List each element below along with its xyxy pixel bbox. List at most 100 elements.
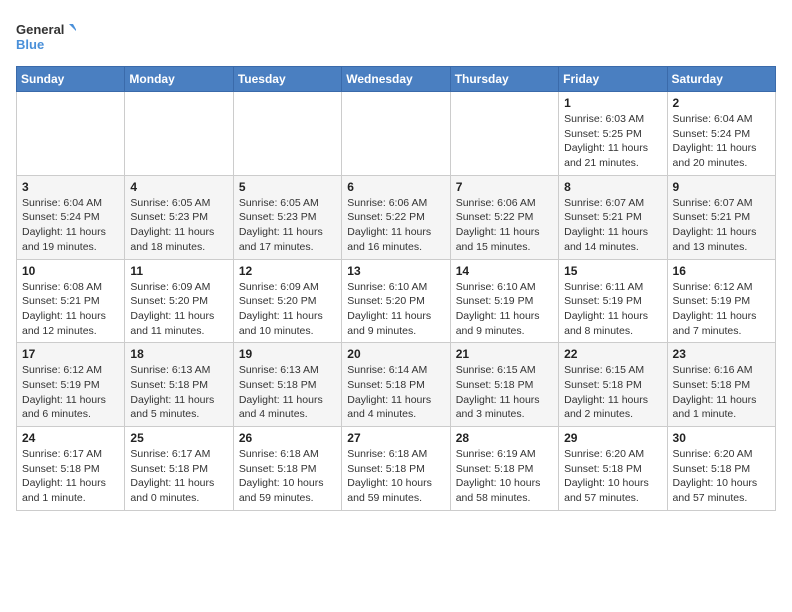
day-info: Sunrise: 6:15 AM Sunset: 5:18 PM Dayligh… (564, 363, 661, 422)
col-header-tuesday: Tuesday (233, 67, 341, 92)
day-number: 14 (456, 264, 553, 278)
col-header-monday: Monday (125, 67, 233, 92)
day-info: Sunrise: 6:17 AM Sunset: 5:18 PM Dayligh… (22, 447, 119, 506)
calendar-cell: 7 Sunrise: 6:06 AM Sunset: 5:22 PM Daylig… (450, 175, 558, 259)
day-info: Sunrise: 6:14 AM Sunset: 5:18 PM Dayligh… (347, 363, 444, 422)
calendar-cell: 17 Sunrise: 6:12 AM Sunset: 5:19 PM Dayli… (17, 343, 125, 427)
day-info: Sunrise: 6:20 AM Sunset: 5:18 PM Dayligh… (673, 447, 770, 506)
calendar-cell: 3 Sunrise: 6:04 AM Sunset: 5:24 PM Daylig… (17, 175, 125, 259)
calendar-cell: 10Sunrise: 6:08 AM Sunset: 5:21 PM Dayli… (17, 259, 125, 343)
day-number: 28 (456, 431, 553, 445)
day-number: 2 (673, 96, 770, 110)
day-info: Sunrise: 6:04 AM Sunset: 5:24 PM Dayligh… (22, 196, 119, 255)
calendar-cell: 16 Sunrise: 6:12 AM Sunset: 5:19 PM Dayli… (667, 259, 775, 343)
day-info: Sunrise: 6:10 AM Sunset: 5:19 PM Dayligh… (456, 280, 553, 339)
calendar-cell: 24 Sunrise: 6:17 AM Sunset: 5:18 PM Dayli… (17, 427, 125, 511)
calendar-cell: 20 Sunrise: 6:14 AM Sunset: 5:18 PM Dayli… (342, 343, 450, 427)
day-number: 16 (673, 264, 770, 278)
calendar-table: SundayMondayTuesdayWednesdayThursdayFrid… (16, 66, 776, 511)
calendar-week-row: 17 Sunrise: 6:12 AM Sunset: 5:19 PM Dayli… (17, 343, 776, 427)
day-info: Sunrise: 6:03 AM Sunset: 5:25 PM Dayligh… (564, 112, 661, 171)
day-info: Sunrise: 6:05 AM Sunset: 5:23 PM Dayligh… (130, 196, 227, 255)
col-header-sunday: Sunday (17, 67, 125, 92)
day-number: 22 (564, 347, 661, 361)
day-info: Sunrise: 6:13 AM Sunset: 5:18 PM Dayligh… (239, 363, 336, 422)
calendar-cell: 27Sunrise: 6:18 AM Sunset: 5:18 PM Dayli… (342, 427, 450, 511)
day-info: Sunrise: 6:09 AM Sunset: 5:20 PM Dayligh… (239, 280, 336, 339)
logo-svg: General Blue (16, 16, 76, 56)
day-info: Sunrise: 6:19 AM Sunset: 5:18 PM Dayligh… (456, 447, 553, 506)
calendar-week-row: 10Sunrise: 6:08 AM Sunset: 5:21 PM Dayli… (17, 259, 776, 343)
col-header-saturday: Saturday (667, 67, 775, 92)
day-info: Sunrise: 6:07 AM Sunset: 5:21 PM Dayligh… (673, 196, 770, 255)
calendar-header-row: SundayMondayTuesdayWednesdayThursdayFrid… (17, 67, 776, 92)
day-number: 17 (22, 347, 119, 361)
day-info: Sunrise: 6:08 AM Sunset: 5:21 PM Dayligh… (22, 280, 119, 339)
calendar-cell: 13 Sunrise: 6:10 AM Sunset: 5:20 PM Dayli… (342, 259, 450, 343)
day-number: 8 (564, 180, 661, 194)
day-info: Sunrise: 6:07 AM Sunset: 5:21 PM Dayligh… (564, 196, 661, 255)
col-header-friday: Friday (559, 67, 667, 92)
day-number: 29 (564, 431, 661, 445)
day-number: 12 (239, 264, 336, 278)
calendar-cell: 2 Sunrise: 6:04 AM Sunset: 5:24 PM Daylig… (667, 92, 775, 176)
calendar-cell: 9 Sunrise: 6:07 AM Sunset: 5:21 PM Daylig… (667, 175, 775, 259)
day-info: Sunrise: 6:11 AM Sunset: 5:19 PM Dayligh… (564, 280, 661, 339)
calendar-cell: 4Sunrise: 6:05 AM Sunset: 5:23 PM Daylig… (125, 175, 233, 259)
day-number: 9 (673, 180, 770, 194)
day-number: 21 (456, 347, 553, 361)
day-info: Sunrise: 6:10 AM Sunset: 5:20 PM Dayligh… (347, 280, 444, 339)
calendar-cell (450, 92, 558, 176)
calendar-cell: 26 Sunrise: 6:18 AM Sunset: 5:18 PM Dayli… (233, 427, 341, 511)
day-number: 6 (347, 180, 444, 194)
day-info: Sunrise: 6:04 AM Sunset: 5:24 PM Dayligh… (673, 112, 770, 171)
calendar-cell: 25 Sunrise: 6:17 AM Sunset: 5:18 PM Dayli… (125, 427, 233, 511)
day-number: 20 (347, 347, 444, 361)
calendar-cell: 11Sunrise: 6:09 AM Sunset: 5:20 PM Dayli… (125, 259, 233, 343)
calendar-cell: 29 Sunrise: 6:20 AM Sunset: 5:18 PM Dayli… (559, 427, 667, 511)
calendar-cell: 30 Sunrise: 6:20 AM Sunset: 5:18 PM Dayli… (667, 427, 775, 511)
day-number: 15 (564, 264, 661, 278)
calendar-week-row: 3 Sunrise: 6:04 AM Sunset: 5:24 PM Daylig… (17, 175, 776, 259)
calendar-cell (17, 92, 125, 176)
calendar-week-row: 1 Sunrise: 6:03 AM Sunset: 5:25 PM Daylig… (17, 92, 776, 176)
page-header: General Blue (16, 16, 776, 56)
svg-text:Blue: Blue (16, 37, 44, 52)
day-info: Sunrise: 6:05 AM Sunset: 5:23 PM Dayligh… (239, 196, 336, 255)
calendar-cell: 5Sunrise: 6:05 AM Sunset: 5:23 PM Daylig… (233, 175, 341, 259)
calendar-cell: 23 Sunrise: 6:16 AM Sunset: 5:18 PM Dayli… (667, 343, 775, 427)
day-number: 7 (456, 180, 553, 194)
day-info: Sunrise: 6:20 AM Sunset: 5:18 PM Dayligh… (564, 447, 661, 506)
calendar-cell: 1 Sunrise: 6:03 AM Sunset: 5:25 PM Daylig… (559, 92, 667, 176)
day-number: 27 (347, 431, 444, 445)
calendar-cell: 22 Sunrise: 6:15 AM Sunset: 5:18 PM Dayli… (559, 343, 667, 427)
calendar-cell (233, 92, 341, 176)
calendar-cell: 18 Sunrise: 6:13 AM Sunset: 5:18 PM Dayli… (125, 343, 233, 427)
day-number: 26 (239, 431, 336, 445)
day-number: 11 (130, 264, 227, 278)
calendar-cell: 21Sunrise: 6:15 AM Sunset: 5:18 PM Dayli… (450, 343, 558, 427)
day-info: Sunrise: 6:06 AM Sunset: 5:22 PM Dayligh… (456, 196, 553, 255)
col-header-wednesday: Wednesday (342, 67, 450, 92)
calendar-cell: 8 Sunrise: 6:07 AM Sunset: 5:21 PM Daylig… (559, 175, 667, 259)
day-number: 1 (564, 96, 661, 110)
day-number: 13 (347, 264, 444, 278)
day-info: Sunrise: 6:06 AM Sunset: 5:22 PM Dayligh… (347, 196, 444, 255)
day-info: Sunrise: 6:13 AM Sunset: 5:18 PM Dayligh… (130, 363, 227, 422)
day-number: 30 (673, 431, 770, 445)
day-number: 24 (22, 431, 119, 445)
calendar-cell: 12 Sunrise: 6:09 AM Sunset: 5:20 PM Dayli… (233, 259, 341, 343)
calendar-cell: 14 Sunrise: 6:10 AM Sunset: 5:19 PM Dayli… (450, 259, 558, 343)
calendar-cell (125, 92, 233, 176)
day-info: Sunrise: 6:16 AM Sunset: 5:18 PM Dayligh… (673, 363, 770, 422)
day-number: 18 (130, 347, 227, 361)
day-number: 23 (673, 347, 770, 361)
calendar-cell: 6 Sunrise: 6:06 AM Sunset: 5:22 PM Daylig… (342, 175, 450, 259)
day-number: 3 (22, 180, 119, 194)
day-info: Sunrise: 6:17 AM Sunset: 5:18 PM Dayligh… (130, 447, 227, 506)
day-number: 25 (130, 431, 227, 445)
svg-text:General: General (16, 22, 64, 37)
day-info: Sunrise: 6:12 AM Sunset: 5:19 PM Dayligh… (673, 280, 770, 339)
day-info: Sunrise: 6:18 AM Sunset: 5:18 PM Dayligh… (239, 447, 336, 506)
day-info: Sunrise: 6:12 AM Sunset: 5:19 PM Dayligh… (22, 363, 119, 422)
